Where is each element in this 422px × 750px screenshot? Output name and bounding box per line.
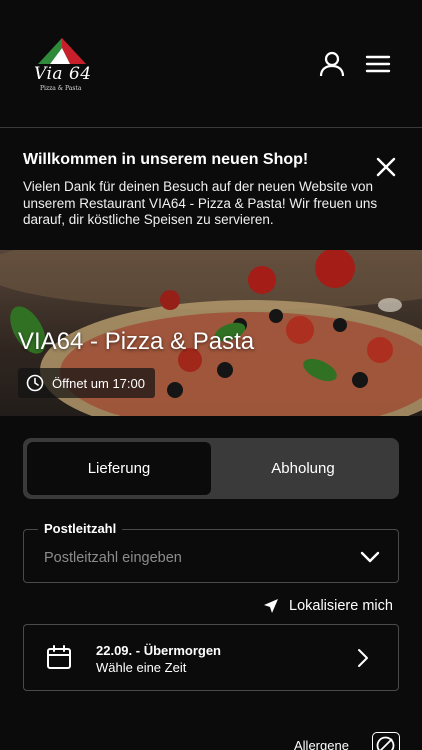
postcode-placeholder[interactable]: Postleitzahl eingeben: [44, 550, 182, 566]
banner-title: Willkommen in unserem neuen Shop!: [23, 151, 309, 168]
hamburger-menu-icon[interactable]: [364, 50, 392, 78]
locate-me-button[interactable]: Lokalisiere mich: [263, 598, 393, 614]
restaurant-name: VIA64 - Pizza & Pasta: [18, 328, 255, 355]
order-mode-toggle: Lieferung Abholung: [23, 438, 399, 499]
delivery-option[interactable]: Lieferung: [27, 442, 211, 495]
allergen-symbol: [376, 736, 395, 750]
postcode-field[interactable]: Postleitzahl Postleitzahl eingeben: [23, 521, 399, 583]
user-icon[interactable]: [318, 50, 346, 78]
logo-subtext: Pizza & Pasta: [40, 85, 82, 92]
opening-hours-text: Öffnet um 17:00: [52, 375, 145, 391]
location-arrow-icon: [264, 599, 278, 613]
opening-hours-badge: Öffnet um 17:00: [18, 368, 155, 398]
welcome-banner: Willkommen in unserem neuen Shop! Vielen…: [0, 129, 422, 250]
close-icon[interactable]: [374, 155, 398, 179]
logo-text: Via 64: [34, 64, 92, 84]
restaurant-logo[interactable]: Via 64 Pizza & Pasta: [30, 36, 94, 96]
chevron-right-icon: [358, 649, 368, 667]
time-slot-date: 22.09. - Übermorgen: [96, 643, 221, 658]
locate-me-label: Lokalisiere mich: [289, 598, 393, 614]
allergen-label[interactable]: Allergene: [294, 738, 349, 750]
pickup-option[interactable]: Abholung: [211, 442, 395, 495]
chevron-down-icon[interactable]: [359, 548, 381, 566]
no-allergen-icon[interactable]: [372, 732, 400, 750]
time-slot-selector[interactable]: 22.09. - Übermorgen Wähle eine Zeit: [23, 624, 399, 691]
postcode-label: Postleitzahl: [38, 521, 123, 536]
hero-image: VIA64 - Pizza & Pasta Öffnet um 17:00: [0, 250, 422, 416]
app-header: Via 64 Pizza & Pasta: [0, 0, 422, 128]
calendar-icon: [47, 645, 71, 669]
clock-icon: [26, 374, 44, 392]
banner-text: Vielen Dank für deinen Besuch auf der ne…: [23, 179, 378, 227]
time-slot-subtitle: Wähle eine Zeit: [96, 660, 187, 675]
